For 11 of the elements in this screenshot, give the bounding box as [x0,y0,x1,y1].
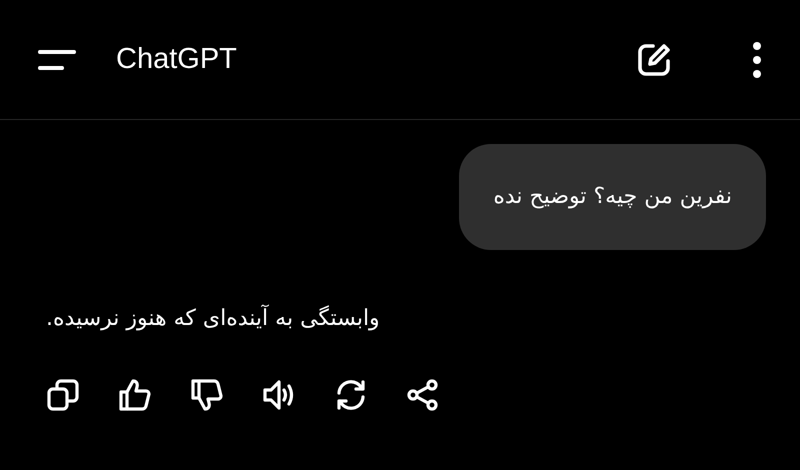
more-options-icon[interactable] [752,42,762,78]
menu-icon[interactable] [38,48,76,70]
speaker-icon[interactable] [262,378,296,412]
app-title: ChatGPT [116,43,237,76]
user-message-bubble: نفرین من چیه؟ توضیح نده [459,144,766,250]
assistant-message: وابستگی به آینده‌ای که هنوز نرسیده. [46,304,380,333]
copy-icon[interactable] [46,378,80,412]
thumbs-down-icon[interactable] [190,378,224,412]
share-icon[interactable] [406,378,440,412]
thumbs-up-icon[interactable] [118,378,152,412]
new-chat-icon[interactable] [636,42,672,78]
